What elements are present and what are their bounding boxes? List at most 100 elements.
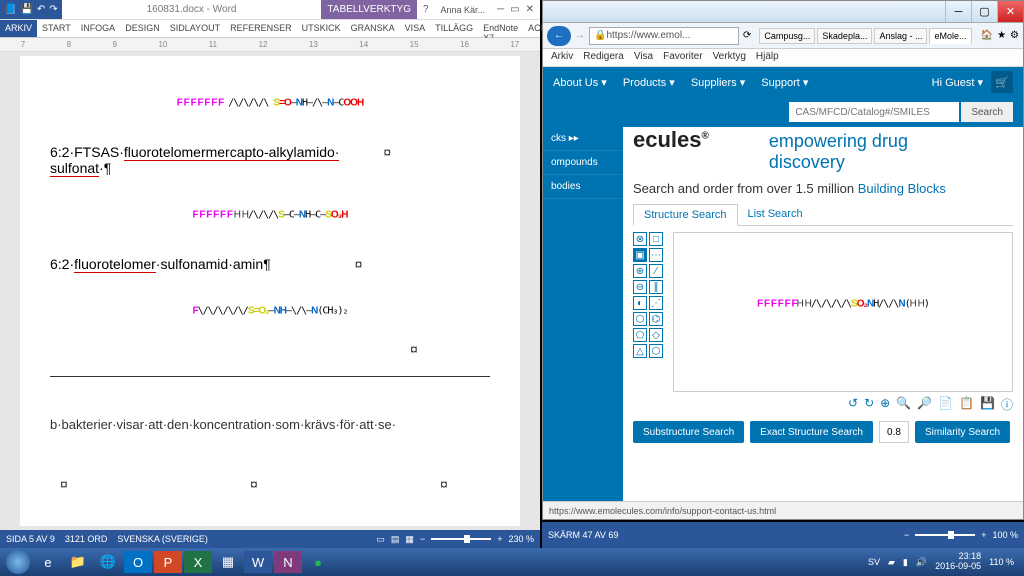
tool-minus-icon[interactable]: ⊖ (633, 280, 647, 294)
tray-zoom[interactable]: 110 % (989, 557, 1014, 567)
maximize-icon[interactable]: ▢ (971, 1, 997, 22)
word-task-icon[interactable]: W (244, 551, 272, 573)
menu-verktyg[interactable]: Verktyg (713, 51, 746, 64)
tool-ring7-icon[interactable]: ⬡ (649, 344, 663, 358)
paste-icon[interactable]: 📋 (959, 396, 974, 413)
tool-more-icon[interactable]: ⋯ (649, 248, 663, 262)
menu-redigera[interactable]: Redigera (583, 51, 624, 64)
zoom-in-icon[interactable]: + (981, 530, 986, 540)
url-field[interactable]: 🔒 https://www.emol... (589, 27, 739, 45)
status-words[interactable]: 3121 ORD (65, 534, 108, 544)
redo-icon[interactable]: ↷ (49, 4, 57, 15)
status-page[interactable]: SIDA 5 AV 9 (6, 534, 55, 544)
onenote-icon[interactable]: N (274, 551, 302, 573)
zoom-slider[interactable] (915, 534, 975, 536)
tab-endnote[interactable]: EndNote X7 (478, 20, 523, 37)
horizontal-ruler[interactable]: 7891011121314151617 (0, 38, 540, 52)
explorer-icon[interactable]: 📁 (64, 551, 92, 573)
tools-icon[interactable]: ⚙ (1010, 30, 1019, 41)
tab-structure[interactable]: Structure Search (633, 204, 738, 226)
tool-wedge-icon[interactable]: ◐ (633, 296, 647, 310)
side-compounds[interactable]: ompounds (543, 151, 623, 175)
excel-icon[interactable]: X (184, 551, 212, 573)
tool-draw-icon[interactable]: ▣ (633, 248, 647, 262)
tab-start[interactable]: START (37, 20, 76, 37)
word-page-area[interactable]: F F F F F F F /\/\/\/\ S=O—NH—/\—N—COOH … (0, 52, 540, 530)
zoom-out-icon[interactable]: − (904, 530, 909, 540)
tab-emolecules[interactable]: eMole... (929, 28, 971, 44)
extra-icon[interactable]: ▦ (214, 551, 242, 573)
menu-hjalp[interactable]: Hjälp (756, 51, 779, 64)
word-help-icon[interactable]: ? (417, 4, 435, 15)
nav-products[interactable]: Products ▾ (623, 76, 675, 89)
copy-icon[interactable]: 📄 (938, 396, 953, 413)
info-icon[interactable]: ⓘ (1001, 396, 1013, 413)
tool-ring6-icon[interactable]: ⬡ (633, 312, 647, 326)
save-icon[interactable]: 💾 (980, 396, 995, 413)
exact-button[interactable]: Exact Structure Search (750, 421, 873, 443)
substructure-button[interactable]: Substructure Search (633, 421, 744, 443)
nav-guest[interactable]: Hi Guest ▾ (932, 76, 983, 89)
close-icon[interactable]: ✕ (526, 4, 534, 15)
nav-support[interactable]: Support ▾ (761, 76, 808, 89)
view-print-icon[interactable]: ▤ (391, 534, 400, 545)
structure-canvas[interactable]: F F F F F F H H /\/\/\/\SO₂NH/\/\N(H H) (673, 232, 1013, 392)
start-button[interactable] (4, 551, 32, 573)
tab-arkiv[interactable]: ARKIV (0, 20, 37, 37)
tool-select-icon[interactable]: □ (649, 232, 663, 246)
zoomout-icon[interactable]: 🔎 (917, 396, 932, 413)
table-tools-tab[interactable]: TABELLVERKTYG (321, 0, 417, 19)
tray-network-icon[interactable]: ▮ (903, 557, 908, 568)
zoom-out-icon[interactable]: − (420, 534, 425, 544)
tab-skadepla[interactable]: Skadepla... (817, 28, 872, 44)
side-bodies[interactable]: bodies (543, 175, 623, 199)
tray-lang[interactable]: SV (868, 557, 880, 567)
outlook-icon[interactable]: O (124, 551, 152, 573)
tray-flag-icon[interactable]: ▰ (888, 557, 895, 568)
tray-volume-icon[interactable]: 🔊 (916, 557, 927, 568)
restore-icon[interactable]: ▭ (510, 4, 519, 15)
powerpoint-icon[interactable]: P (154, 551, 182, 573)
tab-granska[interactable]: GRANSKA (346, 20, 400, 37)
undo-icon[interactable]: ↺ (848, 396, 858, 413)
tab-design[interactable]: DESIGN (120, 20, 165, 37)
tool-ring3-icon[interactable]: △ (633, 344, 647, 358)
side-blocks[interactable]: cks ▸▸ (543, 127, 623, 151)
menu-favoriter[interactable]: Favoriter (663, 51, 702, 64)
spotify-icon[interactable]: ● (304, 551, 332, 573)
search-input[interactable] (789, 102, 959, 122)
building-blocks-link[interactable]: Building Blocks (858, 181, 946, 196)
tab-campusg[interactable]: Campusg... (759, 28, 815, 44)
tab-anslag[interactable]: Anslag - ... (874, 28, 927, 44)
quick-access-toolbar[interactable]: 📘 💾 ↶ ↷ (0, 0, 62, 19)
minimize-icon[interactable]: ─ (497, 4, 504, 15)
cart-icon[interactable]: 🛒 (991, 71, 1013, 93)
tool-ring4-icon[interactable]: ◇ (649, 328, 663, 342)
tab-list[interactable]: List Search (738, 204, 813, 225)
menu-visa[interactable]: Visa (634, 51, 653, 64)
tool-ring5-icon[interactable]: ⬠ (633, 328, 647, 342)
zoomin-icon[interactable]: 🔍 (896, 396, 911, 413)
tool-hash-icon[interactable]: ⋰ (649, 296, 663, 310)
word-user[interactable]: Anna Kär... (435, 5, 492, 15)
tab-visa[interactable]: VISA (400, 20, 431, 37)
ie-icon[interactable]: e (34, 551, 62, 573)
zoom-value[interactable]: 230 % (508, 534, 534, 544)
zoomfit-icon[interactable]: ⊕ (880, 396, 890, 413)
chem-structure-1[interactable]: F F F F F F F /\/\/\/\ S=O—NH—/\—N—COOH (50, 68, 490, 138)
document-page[interactable]: F F F F F F F /\/\/\/\ S=O—NH—/\—N—COOH … (20, 56, 520, 526)
chrome-icon[interactable]: 🌐 (94, 551, 122, 573)
zoom-slider[interactable] (431, 538, 491, 540)
forward-button[interactable]: → (575, 30, 585, 41)
remote-screen[interactable]: SKÄRM 47 AV 69 (548, 530, 618, 540)
system-clock[interactable]: 23:18 2016-09-05 (935, 552, 981, 572)
zoom-in-icon[interactable]: + (497, 534, 502, 544)
ie-titlebar[interactable]: ─ ▢ ✕ (543, 1, 1023, 23)
tool-plus-icon[interactable]: ⊕ (633, 264, 647, 278)
tool-delete-icon[interactable]: ⊗ (633, 232, 647, 246)
tab-tillagg[interactable]: TILLÄGG (430, 20, 478, 37)
home-icon[interactable]: 🏠 (981, 30, 993, 41)
tab-utskick[interactable]: UTSKICK (297, 20, 346, 37)
tool-benzene-icon[interactable]: ⌬ (649, 312, 663, 326)
tool-single-icon[interactable]: ∕ (649, 264, 663, 278)
